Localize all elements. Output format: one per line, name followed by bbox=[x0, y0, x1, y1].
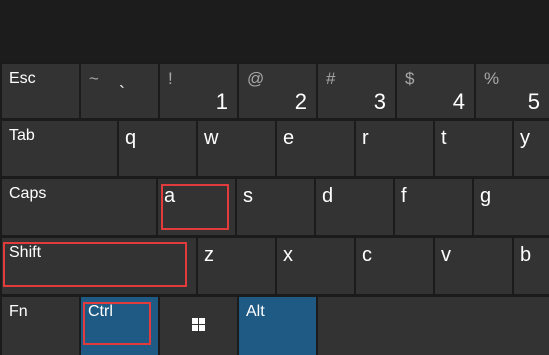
key-a[interactable]: a bbox=[158, 179, 235, 235]
windows-logo-icon bbox=[192, 318, 206, 332]
key-1-main: 1 bbox=[215, 89, 228, 114]
key-3-shift: # bbox=[326, 69, 336, 88]
key-alt[interactable]: Alt bbox=[239, 297, 316, 355]
key-g[interactable]: g bbox=[474, 179, 549, 235]
key-shift[interactable]: Shift bbox=[2, 238, 196, 294]
key-caps-lock[interactable]: Caps bbox=[2, 179, 156, 235]
key-g-label: g bbox=[480, 185, 492, 207]
key-x[interactable]: x bbox=[277, 238, 354, 294]
key-f[interactable]: f bbox=[395, 179, 472, 235]
key-4[interactable]: $ 4 bbox=[397, 64, 474, 118]
key-esc[interactable]: Esc bbox=[2, 64, 79, 118]
key-a-label: a bbox=[164, 185, 176, 207]
key-q[interactable]: q bbox=[119, 121, 196, 176]
key-shift-label: Shift bbox=[9, 244, 42, 261]
key-2-main: 2 bbox=[294, 89, 307, 114]
key-windows[interactable] bbox=[160, 297, 237, 355]
keyboard-title-bar bbox=[0, 0, 549, 62]
key-y[interactable]: y bbox=[514, 121, 549, 176]
key-r-label: r bbox=[362, 127, 369, 149]
key-w-label: w bbox=[204, 127, 219, 149]
key-d-label: d bbox=[322, 185, 334, 207]
key-tab-label: Tab bbox=[9, 127, 35, 144]
key-b[interactable]: b bbox=[514, 238, 549, 294]
key-e[interactable]: e bbox=[277, 121, 354, 176]
key-x-label: x bbox=[283, 244, 293, 266]
key-2[interactable]: @ 2 bbox=[239, 64, 316, 118]
key-1[interactable]: ! 1 bbox=[160, 64, 237, 118]
key-fn-label: Fn bbox=[9, 303, 28, 320]
key-backtick-main: ` bbox=[119, 83, 125, 103]
key-t-label: t bbox=[441, 127, 447, 149]
key-z-label: z bbox=[204, 244, 214, 266]
key-1-shift: ! bbox=[168, 69, 173, 88]
key-5[interactable]: % 5 bbox=[476, 64, 549, 118]
key-caps-label: Caps bbox=[9, 185, 47, 202]
key-4-shift: $ bbox=[405, 69, 415, 88]
key-ctrl[interactable]: Ctrl bbox=[81, 297, 158, 355]
key-r[interactable]: r bbox=[356, 121, 433, 176]
key-f-label: f bbox=[401, 185, 407, 207]
key-t[interactable]: t bbox=[435, 121, 512, 176]
key-fn[interactable]: Fn bbox=[2, 297, 79, 355]
key-v[interactable]: v bbox=[435, 238, 512, 294]
key-3[interactable]: # 3 bbox=[318, 64, 395, 118]
key-c[interactable]: c bbox=[356, 238, 433, 294]
key-backtick-shift: ~ bbox=[89, 69, 99, 88]
key-space[interactable] bbox=[318, 297, 549, 355]
key-5-shift: % bbox=[484, 69, 500, 88]
key-s-label: s bbox=[243, 185, 253, 207]
key-3-main: 3 bbox=[373, 89, 386, 114]
key-v-label: v bbox=[441, 244, 451, 266]
key-4-main: 4 bbox=[452, 89, 465, 114]
key-w[interactable]: w bbox=[198, 121, 275, 176]
key-2-shift: @ bbox=[247, 69, 265, 88]
key-5-main: 5 bbox=[527, 89, 540, 114]
key-ctrl-label: Ctrl bbox=[88, 303, 113, 320]
key-z[interactable]: z bbox=[198, 238, 275, 294]
key-q-label: q bbox=[125, 127, 137, 149]
key-esc-label: Esc bbox=[9, 70, 36, 87]
key-e-label: e bbox=[283, 127, 295, 149]
key-y-label: y bbox=[520, 127, 530, 149]
on-screen-keyboard: Esc ~ ` ! 1 @ 2 # 3 $ 4 % 5 Tab q w e r … bbox=[0, 0, 549, 355]
key-tab[interactable]: Tab bbox=[2, 121, 117, 176]
key-c-label: c bbox=[362, 244, 372, 266]
key-alt-label: Alt bbox=[246, 303, 265, 320]
key-d[interactable]: d bbox=[316, 179, 393, 235]
key-s[interactable]: s bbox=[237, 179, 314, 235]
key-b-label: b bbox=[520, 244, 532, 266]
key-backtick[interactable]: ~ ` bbox=[81, 64, 158, 118]
